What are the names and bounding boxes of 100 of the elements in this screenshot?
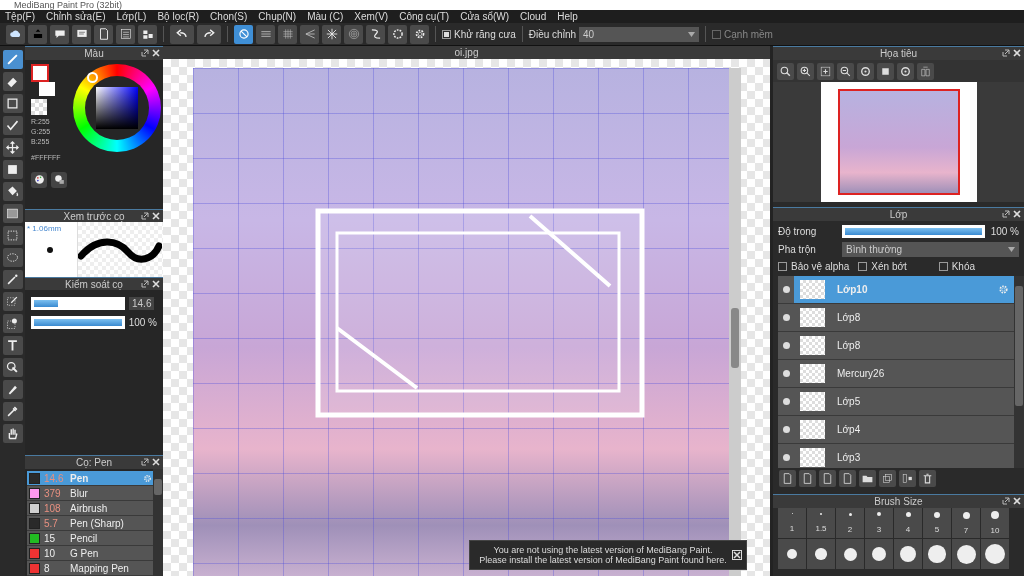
brush-size-button[interactable]: 2 xyxy=(836,508,864,538)
menu-item[interactable]: Cloud xyxy=(520,11,547,22)
brush-item[interactable]: 10 G Pen xyxy=(27,546,153,561)
color-square[interactable] xyxy=(96,86,138,129)
visibility-dot[interactable] xyxy=(782,342,790,349)
snap-button[interactable] xyxy=(388,24,407,44)
undo-button[interactable] xyxy=(170,24,194,44)
brush-size-button[interactable]: 1.5 xyxy=(807,508,835,538)
menu-item[interactable]: Chụp(N) xyxy=(258,11,297,22)
scrollbar[interactable] xyxy=(153,469,163,576)
close-icon[interactable] xyxy=(1013,49,1021,57)
brush-size-button[interactable]: 10 xyxy=(981,508,1009,538)
layer-row[interactable]: Lớp8 xyxy=(778,332,1014,360)
menu-item[interactable]: Chỉnh sửa(E) xyxy=(46,11,106,22)
tool-button[interactable] xyxy=(2,358,23,377)
visibility-dot[interactable] xyxy=(782,370,790,377)
visibility-dot[interactable] xyxy=(782,398,790,405)
brush-item[interactable]: 5.7 Pen (Sharp) xyxy=(27,516,153,531)
size-slider[interactable] xyxy=(31,297,125,311)
brush-size-dot[interactable] xyxy=(928,545,946,563)
navigator-button[interactable] xyxy=(817,62,834,80)
toolbar-button[interactable] xyxy=(6,24,25,44)
undock-icon[interactable] xyxy=(1002,49,1010,57)
layer-row[interactable]: Lớp8 xyxy=(778,304,1014,332)
tool-button[interactable] xyxy=(2,116,23,135)
brush-size-dot[interactable] xyxy=(900,546,916,562)
layer-row[interactable]: Lớp5 xyxy=(778,388,1014,416)
undock-icon[interactable] xyxy=(141,458,149,467)
menu-item[interactable]: Công cụ(T) xyxy=(399,11,450,22)
layer-toolbar-button[interactable] xyxy=(879,469,896,487)
tool-button[interactable] xyxy=(2,380,23,399)
layer-toolbar-button[interactable] xyxy=(779,469,796,487)
tool-button[interactable] xyxy=(2,270,23,289)
close-icon[interactable] xyxy=(152,211,160,220)
tool-button[interactable] xyxy=(2,138,23,157)
toolbar-button[interactable] xyxy=(50,24,69,44)
tool-button[interactable] xyxy=(2,402,23,421)
menu-item[interactable]: Tệp(F) xyxy=(5,11,35,22)
snap-button[interactable] xyxy=(410,24,429,44)
close-icon[interactable] xyxy=(1013,497,1021,505)
menu-item[interactable]: Màu (C) xyxy=(307,11,344,22)
visibility-dot[interactable] xyxy=(782,426,790,433)
menu-item[interactable]: Bộ lọc(R) xyxy=(157,11,200,22)
snap-button[interactable] xyxy=(256,24,275,44)
brush-item[interactable]: 8 Mapping Pen xyxy=(27,561,153,576)
layer-toolbar-button[interactable] xyxy=(799,469,816,487)
brush-size-button[interactable]: 7 xyxy=(952,508,980,538)
menu-item[interactable]: Cửa sổ(W) xyxy=(460,11,510,22)
menu-item[interactable]: Lớp(L) xyxy=(116,11,147,22)
tool-button[interactable] xyxy=(2,292,23,311)
undock-icon[interactable] xyxy=(141,279,149,288)
visibility-dot[interactable] xyxy=(782,454,790,461)
brush-size-dot[interactable] xyxy=(956,544,976,564)
swatch-button[interactable] xyxy=(51,171,67,188)
navigator-button[interactable] xyxy=(917,62,934,80)
close-icon[interactable] xyxy=(152,458,160,467)
checkbox[interactable] xyxy=(858,262,868,271)
background-color-swatch[interactable] xyxy=(39,81,55,96)
redo-button[interactable] xyxy=(197,24,221,44)
tool-button[interactable] xyxy=(2,182,23,201)
snap-button[interactable] xyxy=(234,24,253,44)
checkbox[interactable] xyxy=(712,29,722,39)
toolbar-button[interactable] xyxy=(94,24,113,44)
scrollbar[interactable] xyxy=(1014,276,1024,468)
visibility-dot[interactable] xyxy=(782,286,790,293)
brush-size-button[interactable]: 1 xyxy=(778,508,806,538)
visibility-dot[interactable] xyxy=(782,314,790,321)
tool-button[interactable] xyxy=(2,160,23,179)
tool-button[interactable] xyxy=(2,424,23,443)
close-icon[interactable] xyxy=(152,49,160,57)
palette-button[interactable] xyxy=(31,171,47,188)
brush-size-button[interactable]: 3 xyxy=(865,508,893,538)
brush-size-button[interactable]: 4 xyxy=(894,508,922,538)
brush-size-dot[interactable] xyxy=(815,548,827,560)
tool-button[interactable] xyxy=(2,336,23,355)
undock-icon[interactable] xyxy=(141,49,149,57)
brush-size-dot[interactable] xyxy=(843,547,857,561)
navigator-button[interactable] xyxy=(897,62,914,80)
foreground-color-swatch[interactable] xyxy=(31,63,49,82)
close-button[interactable] xyxy=(732,550,742,560)
close-icon[interactable] xyxy=(152,279,160,288)
adjust-dropdown[interactable]: 40 xyxy=(579,26,700,42)
layer-toolbar-button[interactable] xyxy=(919,469,936,487)
toolbar-button[interactable] xyxy=(138,24,157,44)
layer-toolbar-button[interactable] xyxy=(839,469,856,487)
document-tab[interactable]: oi.jpg xyxy=(163,46,770,59)
checkbox[interactable] xyxy=(442,29,451,39)
layer-toolbar-button[interactable] xyxy=(859,469,876,487)
layer-row[interactable]: Lớp3 xyxy=(778,444,1014,468)
layer-toolbar-button[interactable] xyxy=(819,469,836,487)
layer-toolbar-button[interactable] xyxy=(899,469,916,487)
toolbar-button[interactable] xyxy=(72,24,91,44)
menu-item[interactable]: Xem(V) xyxy=(354,11,389,22)
brush-size-dot[interactable] xyxy=(787,549,797,559)
undock-icon[interactable] xyxy=(1002,497,1010,505)
brush-item[interactable]: 108 Airbrush xyxy=(27,501,153,516)
tool-button[interactable] xyxy=(2,314,23,333)
layer-row[interactable]: Mercury26 xyxy=(778,360,1014,388)
menu-item[interactable]: Chọn(S) xyxy=(210,11,248,22)
tool-button[interactable] xyxy=(2,94,23,113)
